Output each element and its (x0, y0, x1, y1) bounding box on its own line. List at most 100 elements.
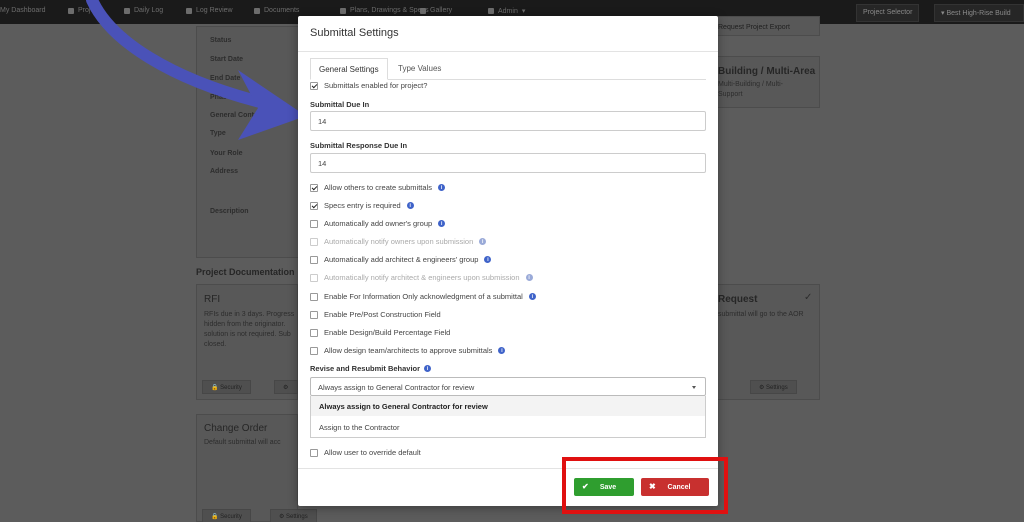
submittal-due-in-label: Submittal Due In (310, 100, 370, 109)
request-settings-button[interactable]: ⚙ Settings (750, 380, 797, 394)
chevron-down-icon: ▾ (521, 8, 526, 15)
option-checkbox[interactable] (310, 183, 318, 192)
option-label: Specs entry is required (324, 201, 401, 210)
option-pre-post-construction[interactable]: Enable Pre/Post Construction Field (310, 310, 441, 319)
info-icon[interactable]: i (406, 202, 414, 209)
dropdown-option[interactable]: Always assign to General Contractor for … (311, 396, 705, 416)
rfi-settings-button[interactable]: ⚙ (274, 380, 298, 394)
option-checkbox[interactable] (310, 346, 318, 355)
option-checkbox[interactable] (310, 219, 318, 228)
option-label: Allow others to create submittals (324, 183, 432, 192)
option-label: Enable Design/Build Percentage Field (324, 328, 451, 337)
info-icon[interactable]: i (424, 365, 432, 372)
allow-override-checkbox[interactable] (310, 448, 318, 457)
gear-icon: ⚙ (759, 385, 767, 391)
co-settings-button[interactable]: ⚙ Settings (270, 509, 317, 522)
submittals-enabled-row[interactable]: Submittals enabled for project? (310, 81, 427, 90)
security-label: Security (220, 514, 242, 520)
rfi-text: closed. (204, 341, 227, 348)
gear-icon: ⚙ (283, 385, 289, 391)
option-checkbox[interactable] (310, 255, 318, 264)
submittal-due-in-input[interactable]: 14 (310, 111, 706, 131)
caret-down-icon (692, 386, 696, 389)
tab-label: Type Values (398, 64, 442, 73)
tab-type-values[interactable]: Type Values (390, 58, 449, 80)
building-title: Building / Multi-Area (718, 66, 816, 77)
info-icon[interactable]: i (438, 220, 446, 227)
admin-icon (488, 8, 494, 14)
modal-title: Submittal Settings (310, 27, 399, 39)
building-text: Multi-Building / Multi- (718, 81, 783, 88)
settings-label: Settings (286, 514, 308, 520)
rfi-security-button[interactable]: 🔒 Security (202, 380, 251, 394)
option-label: Enable For Information Only acknowledgme… (324, 292, 523, 301)
request-export-label: Request Project Export (718, 24, 790, 31)
nav-label: Plans, Drawings & Specs (350, 7, 429, 14)
highlight-box (562, 457, 728, 514)
plans-icon (340, 7, 346, 14)
option-label: Allow design team/architects to approve … (324, 346, 493, 355)
tab-label: General Settings (319, 65, 379, 74)
rfi-text: hidden from the originator. (204, 321, 286, 328)
building-text: Support (718, 91, 743, 98)
project-selector-label: Project Selector (863, 9, 913, 16)
check-icon: ✓ (804, 292, 813, 303)
info-icon[interactable]: i (484, 256, 492, 263)
tab-bar: General Settings Type Values (310, 58, 706, 80)
dropdown-option[interactable]: Assign to the Contractor (311, 417, 705, 437)
project-name: Best High-Rise Build (946, 10, 1011, 17)
change-order-text: Default submittal will acc (204, 439, 281, 446)
submittal-response-due-in-input[interactable]: 14 (310, 153, 706, 173)
info-icon[interactable]: i (528, 293, 536, 300)
nav-plans[interactable]: Plans, Drawings & Specs (340, 7, 429, 14)
tab-general-settings[interactable]: General Settings (310, 58, 388, 80)
change-order-title: Change Order (204, 423, 268, 434)
detail-label: Description (210, 208, 249, 215)
option-fio-ack[interactable]: Enable For Information Only acknowledgme… (310, 292, 536, 301)
option-label: Enable Pre/Post Construction Field (324, 310, 441, 319)
nav-gallery[interactable]: Gallery (420, 7, 452, 14)
option-label: Automatically notify architect & enginee… (324, 273, 520, 282)
option-checkbox[interactable] (310, 292, 318, 301)
revise-resubmit-dropdown: Always assign to General Contractor for … (310, 396, 706, 438)
co-security-button[interactable]: 🔒 Security (202, 509, 251, 522)
option-design-team-approve[interactable]: Allow design team/architects to approve … (310, 346, 506, 355)
rfi-text: RFIs due in 3 days. Progress (204, 311, 295, 318)
option-label: Automatically add owner's group (324, 219, 433, 228)
project-selector-button[interactable]: Project Selector (856, 4, 920, 22)
option-notify-owners: Automatically notify owners upon submiss… (310, 237, 487, 246)
option-checkbox[interactable] (310, 328, 318, 337)
revise-resubmit-select[interactable]: Always assign to General Contractor for … (310, 377, 706, 396)
option-add-ae-group[interactable]: Automatically add architect & engineers'… (310, 255, 492, 264)
gallery-icon (420, 7, 426, 14)
security-label: Security (220, 385, 242, 391)
divider (298, 51, 718, 52)
allow-override-row[interactable]: Allow user to override default (310, 448, 421, 457)
submittal-settings-modal: Submittal Settings General Settings Type… (298, 16, 718, 506)
option-allow-others-create[interactable]: Allow others to create submittals i (310, 183, 445, 192)
option-notify-ae: Automatically notify architect & enginee… (310, 273, 533, 282)
revise-resubmit-label-row: Revise and Resubmit Behavior i (310, 364, 432, 373)
option-label: Automatically add architect & engineers'… (324, 255, 479, 264)
submittal-response-due-in-label: Submittal Response Due In (310, 141, 408, 150)
option-checkbox[interactable] (310, 310, 318, 319)
gear-icon: ⚙ (279, 514, 287, 520)
nav-admin[interactable]: Admin ▾ (488, 7, 525, 15)
info-icon[interactable]: i (437, 184, 445, 191)
option-add-owners-group[interactable]: Automatically add owner's group i (310, 219, 446, 228)
submittals-enabled-checkbox[interactable] (310, 81, 318, 90)
rfi-text: solution is not required. Sub (204, 331, 291, 338)
info-icon[interactable]: i (479, 238, 487, 245)
info-icon[interactable]: i (498, 347, 506, 354)
option-design-build-percentage[interactable]: Enable Design/Build Percentage Field (310, 328, 450, 337)
rfi-title: RFI (204, 294, 221, 305)
lock-icon: 🔒 (211, 385, 221, 391)
option-specs-required[interactable]: Specs entry is required i (310, 201, 414, 210)
annotation-arrow (86, 0, 306, 140)
info-icon[interactable]: i (525, 274, 533, 281)
request-title: Request (718, 294, 758, 305)
section-title: Project Documentation (196, 267, 295, 277)
option-checkbox[interactable] (310, 201, 318, 210)
project-dropdown[interactable]: ▾ Best High-Rise Build (934, 4, 1024, 22)
settings-label: Settings (766, 385, 788, 391)
